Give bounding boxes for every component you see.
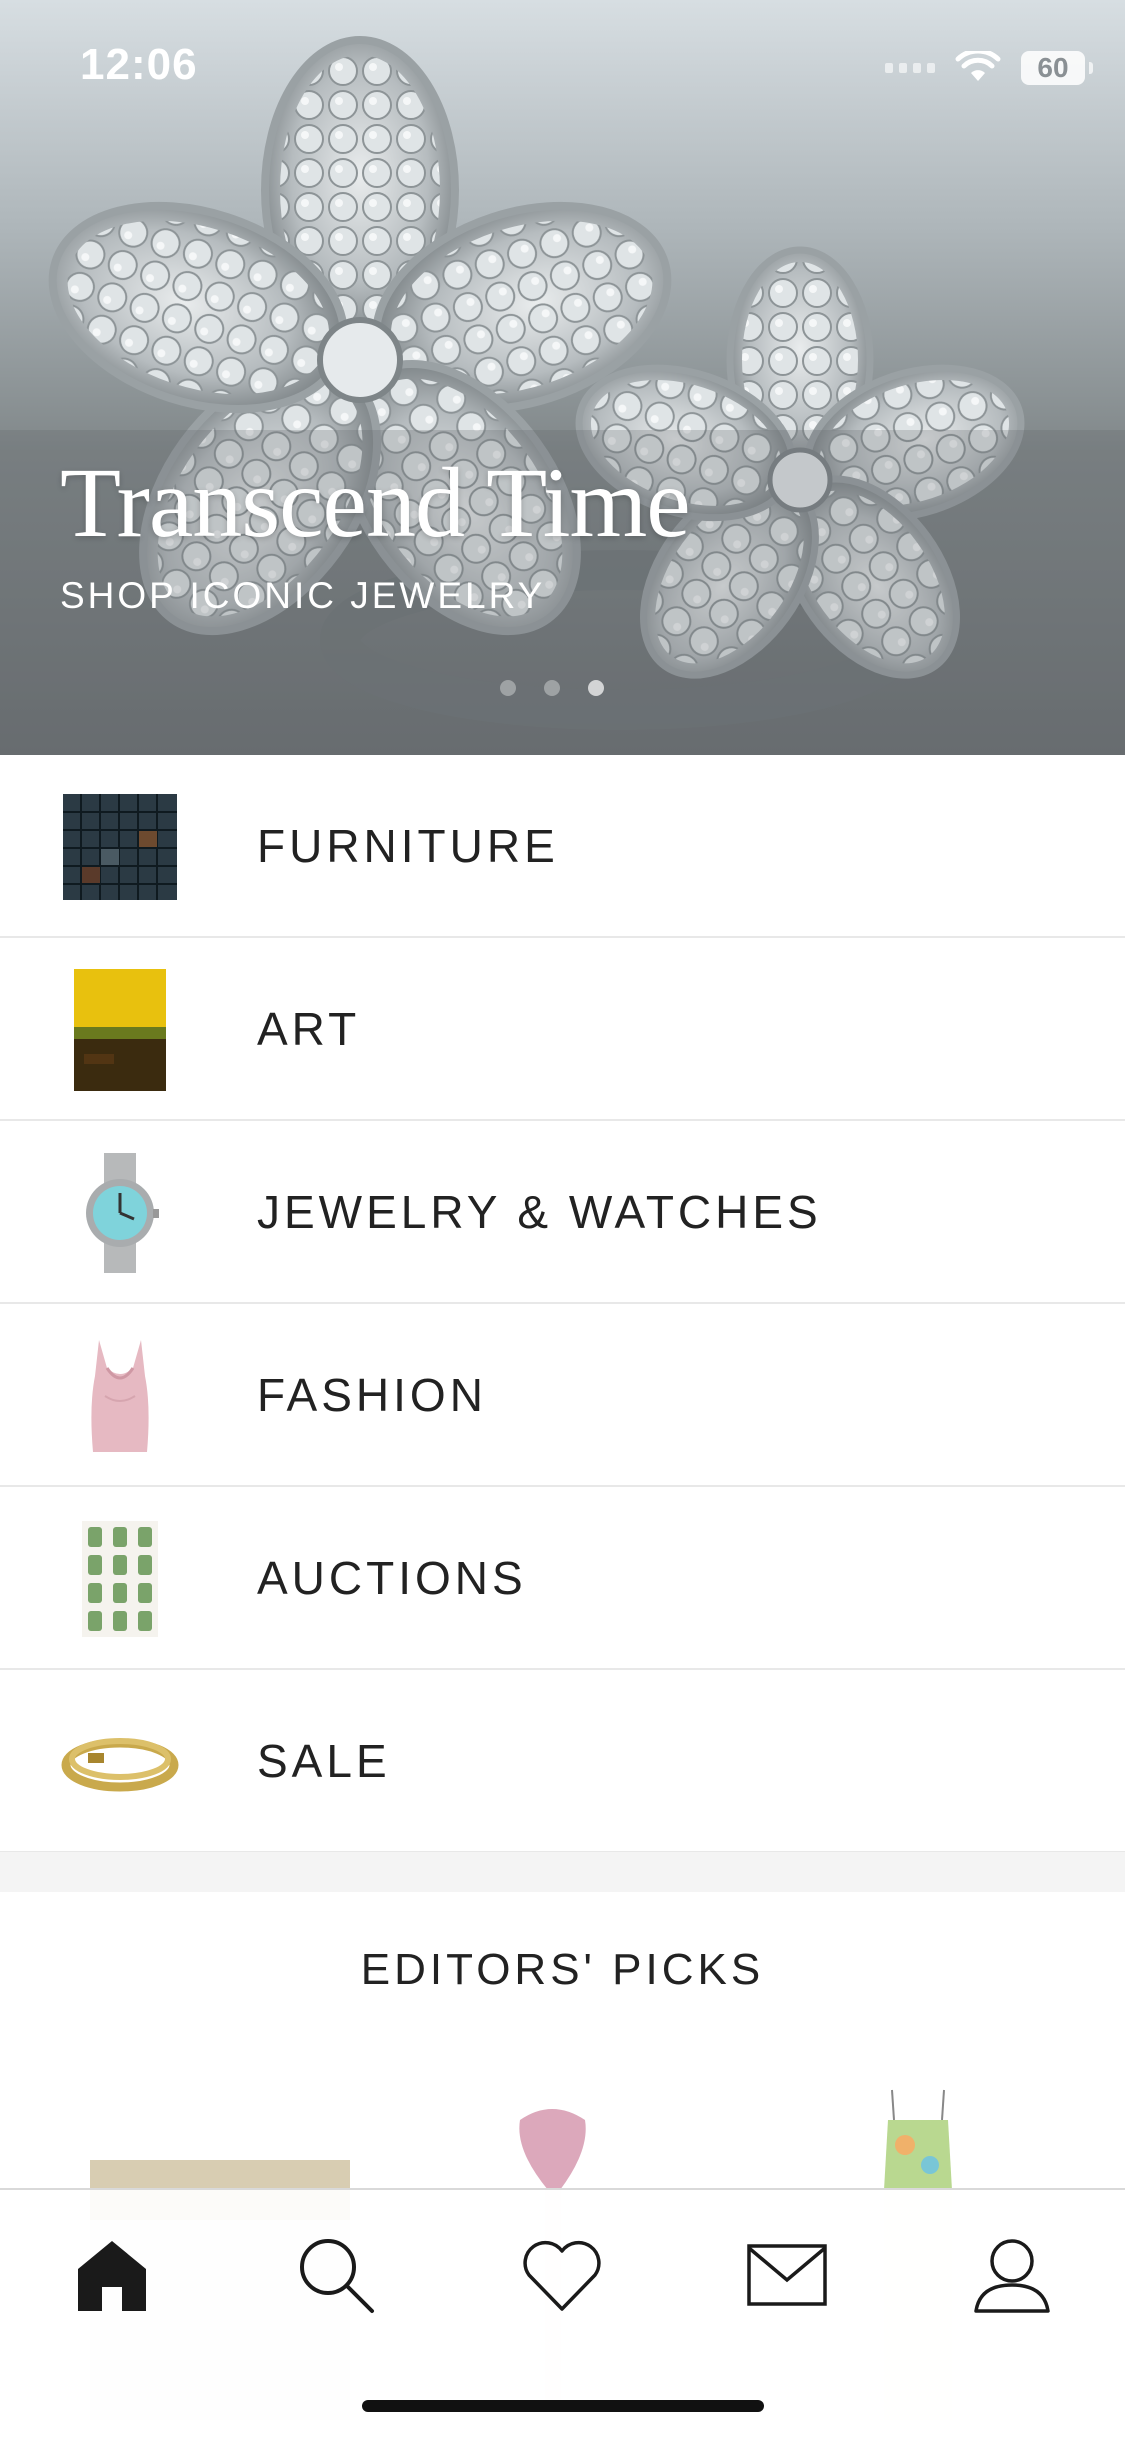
cellular-signal-icon <box>885 63 935 73</box>
category-label: FASHION <box>257 1368 487 1421</box>
search-icon <box>300 2239 374 2313</box>
heart-icon <box>523 2240 601 2311</box>
art-thumbnail <box>60 969 180 1091</box>
tab-messages[interactable] <box>742 2230 832 2320</box>
profile-icon <box>974 2239 1050 2313</box>
furniture-thumbnail <box>60 792 180 902</box>
home-icon <box>78 2241 146 2311</box>
fashion-thumbnail <box>60 1340 180 1452</box>
carousel-dot[interactable] <box>500 680 516 696</box>
status-time: 12:06 <box>80 40 198 89</box>
ring-thumbnail <box>60 1707 180 1817</box>
hero-subtitle[interactable]: SHOP ICONIC JEWELRY <box>60 575 545 617</box>
tab-favorites[interactable] <box>517 2230 607 2320</box>
home-indicator[interactable] <box>362 2400 764 2412</box>
category-item-auctions[interactable]: AUCTIONS <box>0 1487 1125 1670</box>
category-item-fashion[interactable]: FASHION <box>0 1304 1125 1487</box>
section-divider <box>0 1852 1125 1892</box>
hero-banner[interactable]: 12:06 60 Transcend Time SHOP ICONIC JEWE… <box>0 0 1125 755</box>
category-label: SALE <box>257 1734 391 1787</box>
tab-search[interactable] <box>291 2230 381 2320</box>
category-item-art[interactable]: ART <box>0 938 1125 1121</box>
status-icons: 60 <box>885 48 1093 88</box>
carousel-dot[interactable] <box>544 680 560 696</box>
tab-home[interactable] <box>67 2230 157 2320</box>
category-label: JEWELRY & WATCHES <box>257 1185 822 1238</box>
carousel-dot-active[interactable] <box>588 680 604 696</box>
category-label: ART <box>257 1002 361 1055</box>
wifi-icon <box>955 51 1001 81</box>
mail-icon <box>747 2244 827 2306</box>
category-item-furniture[interactable]: FURNITURE <box>0 755 1125 938</box>
battery-indicator: 60 <box>1021 51 1093 85</box>
carousel-dots <box>500 680 604 696</box>
category-label: AUCTIONS <box>257 1551 527 1604</box>
category-list: FURNITURE ART JEWELRY & WATCHES FASHION … <box>0 755 1125 1853</box>
category-item-jewelry-watches[interactable]: JEWELRY & WATCHES <box>0 1121 1125 1304</box>
watch-thumbnail <box>60 1153 180 1273</box>
tab-profile[interactable] <box>967 2230 1057 2320</box>
category-label: FURNITURE <box>257 819 559 872</box>
status-bar: 12:06 60 <box>0 0 1125 140</box>
hero-title: Transcend Time <box>60 447 691 558</box>
editors-picks-title: EDITORS' PICKS <box>360 1945 765 1994</box>
auctions-thumbnail <box>60 1521 180 1637</box>
category-item-sale[interactable]: SALE <box>0 1670 1125 1853</box>
